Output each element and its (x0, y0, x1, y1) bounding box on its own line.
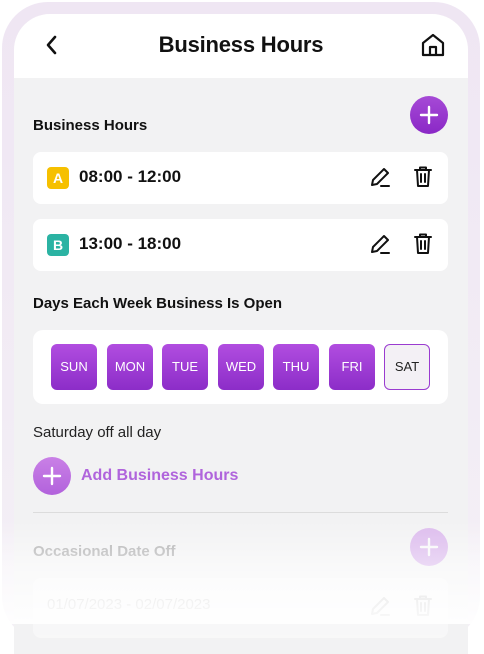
occasional-heading: Occasional Date Off (33, 543, 176, 560)
date-off-card: 01/07/2023 - 02/07/2023 (33, 578, 448, 638)
day-toggle-tue[interactable]: TUE (162, 344, 208, 390)
day-toggle-wed[interactable]: WED (218, 344, 264, 390)
add-business-hours-label: Add Business Hours (81, 467, 239, 484)
time-slot-card-a: A 08:00 - 12:00 (33, 152, 448, 204)
day-toggle-sun[interactable]: SUN (51, 344, 97, 390)
home-icon[interactable] (420, 32, 446, 58)
slot-badge: A (47, 167, 69, 189)
date-off-range: 01/07/2023 - 02/07/2023 (47, 596, 211, 613)
phone-frame: Business Hours Business Hours A 08:00 - … (0, 0, 484, 654)
plus-icon (419, 537, 439, 557)
pencil-icon[interactable] (369, 595, 391, 617)
days-off-note: Saturday off all day (33, 424, 162, 441)
day-toggle-fri[interactable]: FRI (329, 344, 375, 390)
day-toggle-mon[interactable]: MON (107, 344, 153, 390)
pencil-icon[interactable] (369, 166, 391, 188)
slot-time: 13:00 - 18:00 (79, 234, 182, 253)
add-circle (33, 457, 71, 495)
plus-icon (419, 105, 439, 125)
section-divider (33, 512, 448, 513)
time-slot-card-b: B 13:00 - 18:00 (33, 219, 448, 271)
day-toggle-sat[interactable]: SAT (384, 344, 430, 390)
trash-icon[interactable] (413, 594, 433, 617)
page-title: Business Hours (158, 32, 324, 57)
add-date-off-button[interactable] (410, 528, 448, 566)
trash-icon[interactable] (413, 165, 433, 188)
app-screen: Business Hours Business Hours A 08:00 - … (14, 14, 468, 654)
weekday-selector: SUN MON TUE WED THU FRI SAT (33, 330, 448, 404)
trash-icon[interactable] (413, 232, 433, 255)
add-slot-button[interactable] (410, 96, 448, 134)
plus-icon (42, 466, 62, 486)
day-toggle-thu[interactable]: THU (273, 344, 319, 390)
slot-badge: B (47, 234, 69, 256)
add-business-hours-button[interactable]: Add Business Hours (33, 457, 333, 495)
top-bar: Business Hours (14, 14, 468, 78)
business-hours-heading: Business Hours (33, 117, 148, 134)
slot-time: 08:00 - 12:00 (79, 167, 182, 186)
pencil-icon[interactable] (369, 233, 391, 255)
days-open-heading: Days Each Week Business Is Open (33, 295, 283, 312)
